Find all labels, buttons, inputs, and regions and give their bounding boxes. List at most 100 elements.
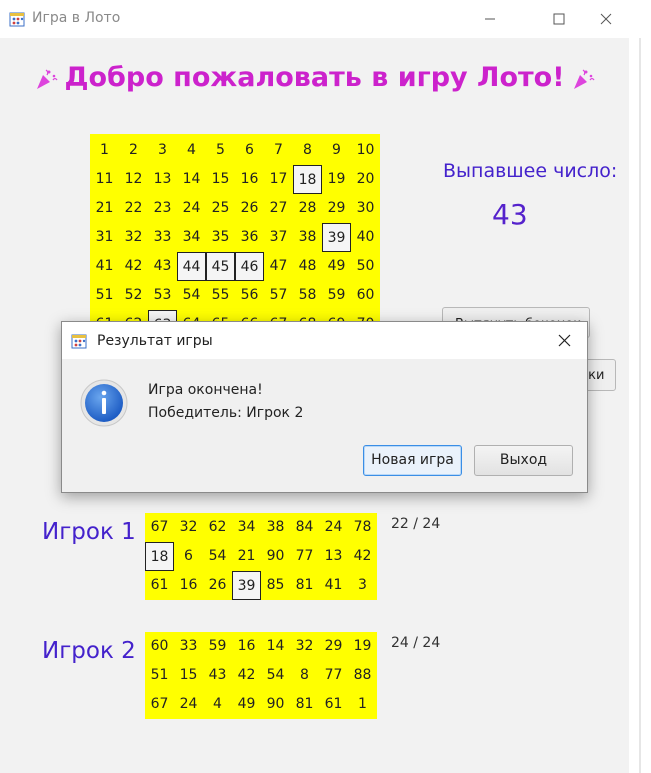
card-cell: 13 xyxy=(324,548,343,564)
board-cell: 2 xyxy=(129,142,138,158)
game-result-dialog: Результат игры Игра окончена! Победитель… xyxy=(61,321,588,493)
board-cell: 41 xyxy=(95,258,114,274)
card-cell: 16 xyxy=(237,638,256,654)
board-cell: 51 xyxy=(95,287,114,303)
card-cell: 60 xyxy=(150,638,169,654)
card-cell: 16 xyxy=(179,577,198,593)
card-cell: 39 xyxy=(232,571,261,600)
dialog-title: Результат игры xyxy=(97,333,213,349)
info-icon xyxy=(80,379,128,427)
card-cell: 62 xyxy=(208,519,227,535)
board-cell: 50 xyxy=(356,258,375,274)
board-cell: 54 xyxy=(182,287,201,303)
board-cell: 15 xyxy=(211,171,230,187)
card-cell: 49 xyxy=(237,696,256,712)
drawn-number-label: Выпавшее число: xyxy=(443,160,618,182)
board-cell: 27 xyxy=(269,200,288,216)
minimize-button[interactable] xyxy=(467,0,513,38)
new-game-button[interactable]: Новая игра xyxy=(363,445,462,476)
board-cell: 55 xyxy=(211,287,230,303)
card-cell: 21 xyxy=(237,548,256,564)
board-cell: 42 xyxy=(124,258,143,274)
window-edge xyxy=(629,0,651,773)
card-cell: 3 xyxy=(358,577,367,593)
page-title: Добро пожаловать в игру Лото! xyxy=(0,62,629,93)
board-cell: 11 xyxy=(95,171,114,187)
card-cell: 84 xyxy=(295,519,314,535)
board-cell: 4 xyxy=(187,142,196,158)
player-2-card: 60 33 59 16 14 32 29 19 51 15 43 42 54 8 77 88 67 24 4 49 90… xyxy=(145,632,377,719)
card-cell: 41 xyxy=(324,577,343,593)
maximize-icon xyxy=(553,13,565,25)
minimize-icon xyxy=(485,18,495,20)
board-cell: 43 xyxy=(153,258,172,274)
card-cell: 61 xyxy=(324,696,343,712)
board-cell: 18 xyxy=(293,165,322,194)
card-cell: 59 xyxy=(208,638,227,654)
board-cell: 17 xyxy=(269,171,288,187)
board-cell: 45 xyxy=(206,252,235,281)
card-cell: 6 xyxy=(184,548,193,564)
dialog-message-line-1: Игра окончена! xyxy=(148,382,263,398)
card-cell: 29 xyxy=(324,638,343,654)
board-cell: 12 xyxy=(124,171,143,187)
exit-button[interactable]: Выход xyxy=(474,445,573,476)
board-cell: 52 xyxy=(124,287,143,303)
card-cell: 32 xyxy=(295,638,314,654)
card-cell: 51 xyxy=(150,667,169,683)
board-cell: 5 xyxy=(216,142,225,158)
card-cell: 26 xyxy=(208,577,227,593)
card-cell: 81 xyxy=(295,696,314,712)
card-cell: 19 xyxy=(353,638,372,654)
board-cell: 22 xyxy=(124,200,143,216)
card-cell: 77 xyxy=(295,548,314,564)
card-cell: 8 xyxy=(300,667,309,683)
card-cell: 1 xyxy=(358,696,367,712)
card-cell: 77 xyxy=(324,667,343,683)
board-cell: 47 xyxy=(269,258,288,274)
close-button[interactable] xyxy=(583,0,629,38)
board-cell: 56 xyxy=(240,287,259,303)
player-2-score: 24 / 24 xyxy=(391,635,441,651)
board-cell: 6 xyxy=(245,142,254,158)
board-cell: 36 xyxy=(240,229,259,245)
board-cell: 33 xyxy=(153,229,172,245)
board-cell: 19 xyxy=(327,171,346,187)
card-cell: 4 xyxy=(213,696,222,712)
board-cell: 49 xyxy=(327,258,346,274)
board-cell: 31 xyxy=(95,229,114,245)
window-title: Игра в Лото xyxy=(32,10,121,26)
board-cell: 1 xyxy=(100,142,109,158)
player-1-name: Игрок 1 xyxy=(42,519,136,545)
app-icon xyxy=(9,12,25,27)
dialog-close-button[interactable] xyxy=(541,322,587,359)
board-cell: 10 xyxy=(356,142,375,158)
card-cell: 90 xyxy=(266,696,285,712)
card-cell: 67 xyxy=(150,519,169,535)
maximize-button[interactable] xyxy=(536,0,582,38)
board-cell: 32 xyxy=(124,229,143,245)
board-cell: 38 xyxy=(298,229,317,245)
card-cell: 54 xyxy=(266,667,285,683)
card-cell: 18 xyxy=(145,542,174,571)
title-bar: Игра в Лото xyxy=(0,0,629,38)
board-cell: 60 xyxy=(356,287,375,303)
board-cell: 29 xyxy=(327,200,346,216)
board-cell: 3 xyxy=(158,142,167,158)
board-cell: 35 xyxy=(211,229,230,245)
close-icon xyxy=(558,334,571,347)
board-cell: 21 xyxy=(95,200,114,216)
party-popper-icon xyxy=(573,68,595,89)
board-cell: 59 xyxy=(327,287,346,303)
card-cell: 33 xyxy=(179,638,198,654)
board-cell: 7 xyxy=(274,142,283,158)
card-cell: 38 xyxy=(266,519,285,535)
board-cell: 44 xyxy=(177,252,206,281)
board-cell: 25 xyxy=(211,200,230,216)
card-cell: 81 xyxy=(295,577,314,593)
card-cell: 34 xyxy=(237,519,256,535)
card-cell: 88 xyxy=(353,667,372,683)
board-cell: 40 xyxy=(356,229,375,245)
board-cell: 14 xyxy=(182,171,201,187)
card-cell: 90 xyxy=(266,548,285,564)
